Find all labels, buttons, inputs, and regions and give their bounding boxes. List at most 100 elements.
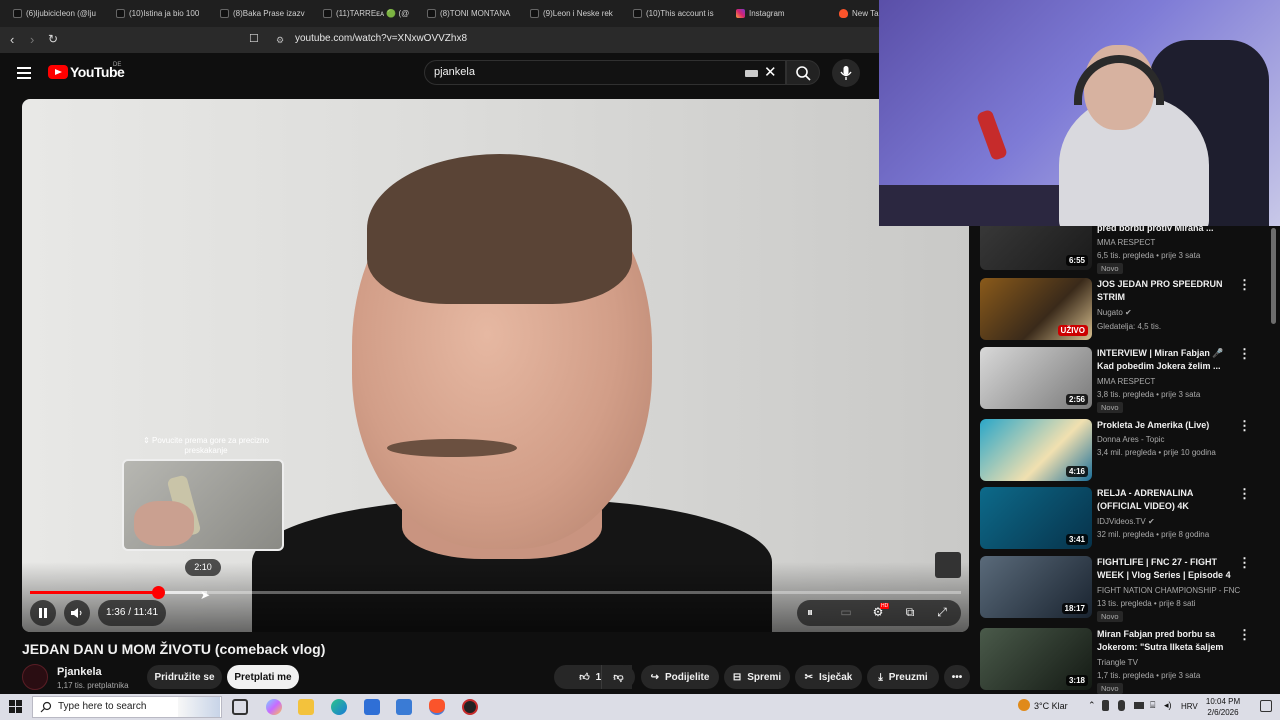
tiktok-icon bbox=[633, 9, 642, 18]
subscribe-button[interactable]: Pretplati me bbox=[227, 665, 299, 689]
recommendation-channel[interactable]: Triangle TV bbox=[1097, 658, 1138, 667]
channel-watermark[interactable] bbox=[935, 552, 961, 578]
volume-button[interactable] bbox=[64, 600, 90, 626]
more-icon: ••• bbox=[951, 671, 963, 683]
location-icon[interactable] bbox=[1102, 700, 1109, 711]
progress-scrubber[interactable] bbox=[152, 586, 165, 599]
recommendation-title[interactable]: RELJA - ADRENALINA (OFFICIAL VIDEO) 4K bbox=[1097, 487, 1231, 513]
microphone-icon[interactable] bbox=[1118, 700, 1125, 711]
more-actions-button[interactable]: ••• bbox=[944, 665, 970, 689]
recommendation-channel[interactable]: MMA RESPECT bbox=[1097, 377, 1155, 386]
more-options-icon[interactable]: ⋮ bbox=[1238, 278, 1251, 291]
channel-avatar[interactable] bbox=[22, 664, 48, 690]
brave-icon[interactable] bbox=[429, 699, 445, 715]
video-thumbnail[interactable]: 4:16 bbox=[980, 419, 1092, 481]
more-options-icon[interactable]: ⋮ bbox=[1238, 556, 1251, 569]
clip-button[interactable]: ✂ Isječak bbox=[795, 665, 862, 689]
video-thumbnail[interactable]: UŽIVO bbox=[980, 278, 1092, 340]
recommendation-channel[interactable]: FIGHT NATION CHAMPIONSHIP - FNC bbox=[1097, 586, 1240, 595]
outlook-icon[interactable] bbox=[396, 699, 412, 715]
speaker-icon[interactable]: ◂) bbox=[1164, 700, 1172, 711]
browser-tab[interactable]: (10)Istina ja bio 100 bbox=[116, 4, 206, 23]
recommendation-channel[interactable]: MMA RESPECT bbox=[1097, 238, 1155, 247]
browser-tab[interactable]: (8)TONI MONTANA bbox=[427, 4, 517, 23]
tray-overflow-icon[interactable]: ⌃ bbox=[1088, 700, 1096, 711]
bookmark-icon[interactable]: ☐ bbox=[249, 33, 259, 46]
browser-tab[interactable]: (10)This account is bbox=[633, 4, 723, 23]
recommendation-channel[interactable]: Nugato ✔ bbox=[1097, 308, 1132, 317]
pause-button[interactable] bbox=[30, 600, 56, 626]
clear-search-icon[interactable]: ✕ bbox=[764, 63, 777, 81]
menu-icon[interactable] bbox=[17, 67, 31, 79]
file-explorer-icon[interactable] bbox=[298, 699, 314, 715]
search-box[interactable] bbox=[424, 60, 786, 85]
more-options-icon[interactable]: ⋮ bbox=[1238, 347, 1251, 360]
network-icon[interactable]: ⌸ bbox=[1150, 700, 1155, 711]
reload-icon[interactable]: ↻ bbox=[48, 33, 58, 46]
channel-name[interactable]: Pjankela bbox=[57, 666, 102, 678]
save-button[interactable]: ⊟ Spremi bbox=[724, 665, 790, 689]
clock-date: 2/6/2026 bbox=[1207, 708, 1239, 717]
browser-tab[interactable]: (8)Baka Prase izazv bbox=[220, 4, 310, 23]
browser-tab[interactable]: (11)TARREᴇᴀ 🟢 (@ bbox=[323, 4, 413, 23]
voice-search-button[interactable] bbox=[832, 59, 860, 87]
save-icon: ⊟ bbox=[732, 671, 742, 683]
edge-icon[interactable] bbox=[331, 699, 347, 715]
recommendation-title[interactable]: Prokleta Je Amerika (Live) bbox=[1097, 419, 1231, 432]
recommendation-channel[interactable]: Donna Ares - Topic bbox=[1097, 435, 1164, 444]
sidebar-scrollbar[interactable] bbox=[1271, 228, 1276, 324]
video-thumbnail[interactable]: 6:55 bbox=[980, 226, 1092, 270]
more-options-icon[interactable]: ⋮ bbox=[1238, 628, 1251, 641]
video-player[interactable] bbox=[22, 99, 969, 632]
fullscreen-icon[interactable]: ⤢ bbox=[934, 605, 950, 620]
recommendation-title[interactable]: Miran Fabjan pred borbu sa Jokerom: "Sut… bbox=[1097, 628, 1231, 654]
url-field[interactable]: youtube.com/watch?v=XNxwOVVZhx8 bbox=[295, 33, 467, 44]
store-icon[interactable] bbox=[364, 699, 380, 715]
thumbs-down-icon: 👎︎ bbox=[613, 672, 624, 683]
subtitles-icon[interactable]: ▭ bbox=[838, 605, 854, 619]
search-input[interactable]: pjankela bbox=[434, 66, 475, 78]
search-button[interactable] bbox=[786, 60, 820, 85]
browser-tab[interactable]: (9)Leon i Neske rek bbox=[530, 4, 620, 23]
recommendation-title[interactable]: JOS JEDAN PRO SPEEDRUN STRIM bbox=[1097, 278, 1231, 304]
tiktok-icon bbox=[220, 9, 229, 18]
recommendation-title[interactable]: pred borbu protiv Mirana ... bbox=[1097, 226, 1231, 235]
browser-tab[interactable]: (6)ljubicicleon (@lju bbox=[13, 4, 103, 23]
task-view-icon[interactable] bbox=[232, 699, 248, 715]
dislike-button[interactable]: 👎︎ bbox=[601, 665, 635, 689]
share-button[interactable]: ↪ Podijelite bbox=[641, 665, 719, 689]
taskbar-clock[interactable]: 10:04 PM 2/6/2026 bbox=[1203, 696, 1243, 718]
recommendation-title[interactable]: INTERVIEW | Miran Fabjan 🎤 Kad pobedim J… bbox=[1097, 347, 1231, 373]
browser-tab[interactable]: Instagram bbox=[736, 4, 826, 23]
more-options-icon[interactable]: ⋮ bbox=[1238, 419, 1251, 432]
browser-tab[interactable]: New Ta bbox=[839, 4, 879, 23]
weather-icon[interactable] bbox=[1018, 699, 1030, 711]
windows-start-icon[interactable] bbox=[9, 700, 23, 714]
battery-icon[interactable] bbox=[1134, 702, 1144, 709]
subscriber-count: 1,17 tis. pretplatnika bbox=[57, 681, 129, 690]
language-indicator[interactable]: HRV bbox=[1181, 702, 1198, 711]
recommendation-channel[interactable]: IDJVideos.TV ✔ bbox=[1097, 517, 1155, 526]
join-button[interactable]: Pridružite se bbox=[147, 665, 222, 689]
download-button[interactable]: ⤓ Preuzmi bbox=[867, 665, 939, 689]
weather-text[interactable]: 3°C Klar bbox=[1034, 701, 1068, 711]
autoplay-toggle-icon[interactable]: ⏸ bbox=[802, 605, 818, 620]
video-thumbnail[interactable]: 3:41 bbox=[980, 487, 1092, 549]
youtube-logo-icon[interactable] bbox=[48, 65, 68, 79]
more-options-icon[interactable]: ⋮ bbox=[1238, 487, 1251, 500]
notifications-icon[interactable] bbox=[1260, 700, 1272, 712]
site-info-icon[interactable]: ⚙ bbox=[276, 34, 284, 47]
taskbar-search-input[interactable]: Type here to search bbox=[58, 701, 146, 712]
tiktok-icon bbox=[427, 9, 436, 18]
obs-icon[interactable] bbox=[462, 699, 478, 715]
keyboard-icon[interactable] bbox=[745, 70, 758, 77]
new-badge: Novo bbox=[1097, 683, 1123, 694]
copilot-icon[interactable] bbox=[266, 699, 282, 715]
video-thumbnail[interactable]: 2:56 bbox=[980, 347, 1092, 409]
forward-icon[interactable]: › bbox=[30, 33, 34, 46]
back-icon[interactable]: ‹ bbox=[10, 33, 14, 46]
recommendation-title[interactable]: FIGHTLIFE | FNC 27 - FIGHT WEEK | Vlog S… bbox=[1097, 556, 1231, 582]
video-thumbnail[interactable]: 18:17 bbox=[980, 556, 1092, 618]
video-thumbnail[interactable]: 3:18 bbox=[980, 628, 1092, 690]
miniplayer-icon[interactable]: ⧉ bbox=[902, 605, 918, 620]
